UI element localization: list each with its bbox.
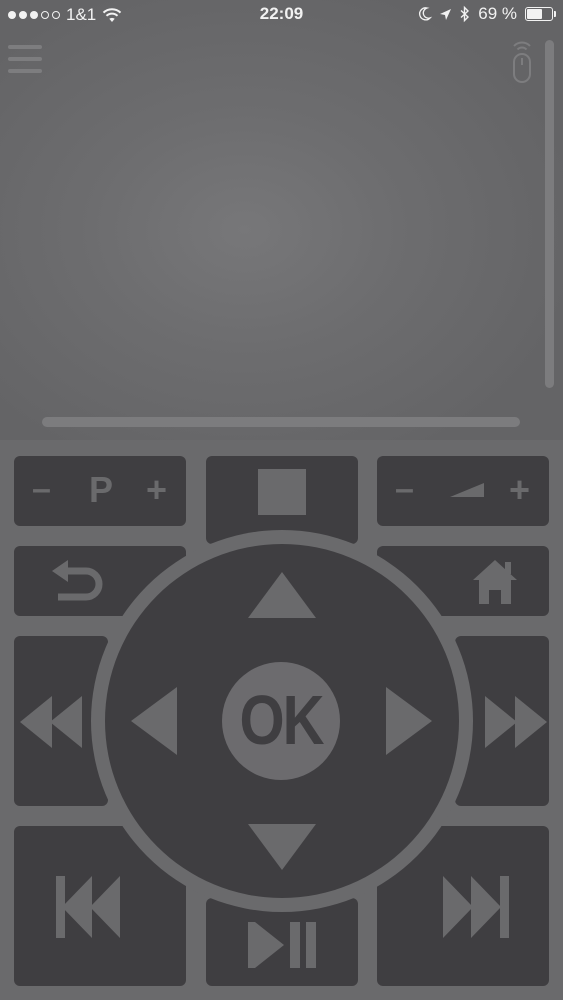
location-arrow-icon	[440, 8, 452, 20]
channel-label: P	[89, 469, 114, 510]
channel-minus-button[interactable]: –	[32, 470, 51, 509]
volume-plus-button[interactable]: +	[509, 469, 530, 511]
channel-plus-button[interactable]: +	[146, 469, 167, 511]
moon-icon	[419, 7, 433, 21]
horizontal-scrollbar[interactable]	[42, 417, 520, 427]
volume-rocker[interactable]: – +	[377, 456, 549, 526]
channel-rocker[interactable]: – P +	[14, 456, 186, 526]
dpad-right-icon[interactable]	[386, 687, 432, 755]
stop-icon	[258, 469, 306, 515]
volume-ramp-icon	[450, 483, 484, 497]
vertical-scrollbar[interactable]	[545, 40, 554, 388]
dpad-up-icon[interactable]	[248, 572, 316, 618]
rewind-icon	[20, 696, 82, 748]
dpad-down-icon[interactable]	[248, 824, 316, 870]
wireless-mouse-icon[interactable]	[510, 38, 534, 86]
home-icon	[473, 560, 517, 604]
dpad-left-icon[interactable]	[131, 687, 177, 755]
skip-next-icon	[443, 876, 509, 938]
touchpad-area[interactable]	[0, 0, 563, 440]
volume-minus-button[interactable]: –	[395, 470, 414, 509]
fast-forward-icon	[485, 696, 547, 748]
bluetooth-icon	[460, 5, 470, 23]
return-arrow-icon	[52, 560, 103, 601]
ok-button[interactable]: OK	[222, 662, 340, 780]
play-pause-icon	[248, 922, 316, 968]
ok-label: OK	[239, 681, 325, 760]
right-status: 69 %	[419, 4, 556, 24]
skip-previous-icon	[56, 876, 120, 938]
battery-percent: 69 %	[478, 4, 517, 23]
battery-icon	[525, 7, 556, 21]
menu-icon[interactable]	[8, 44, 42, 74]
